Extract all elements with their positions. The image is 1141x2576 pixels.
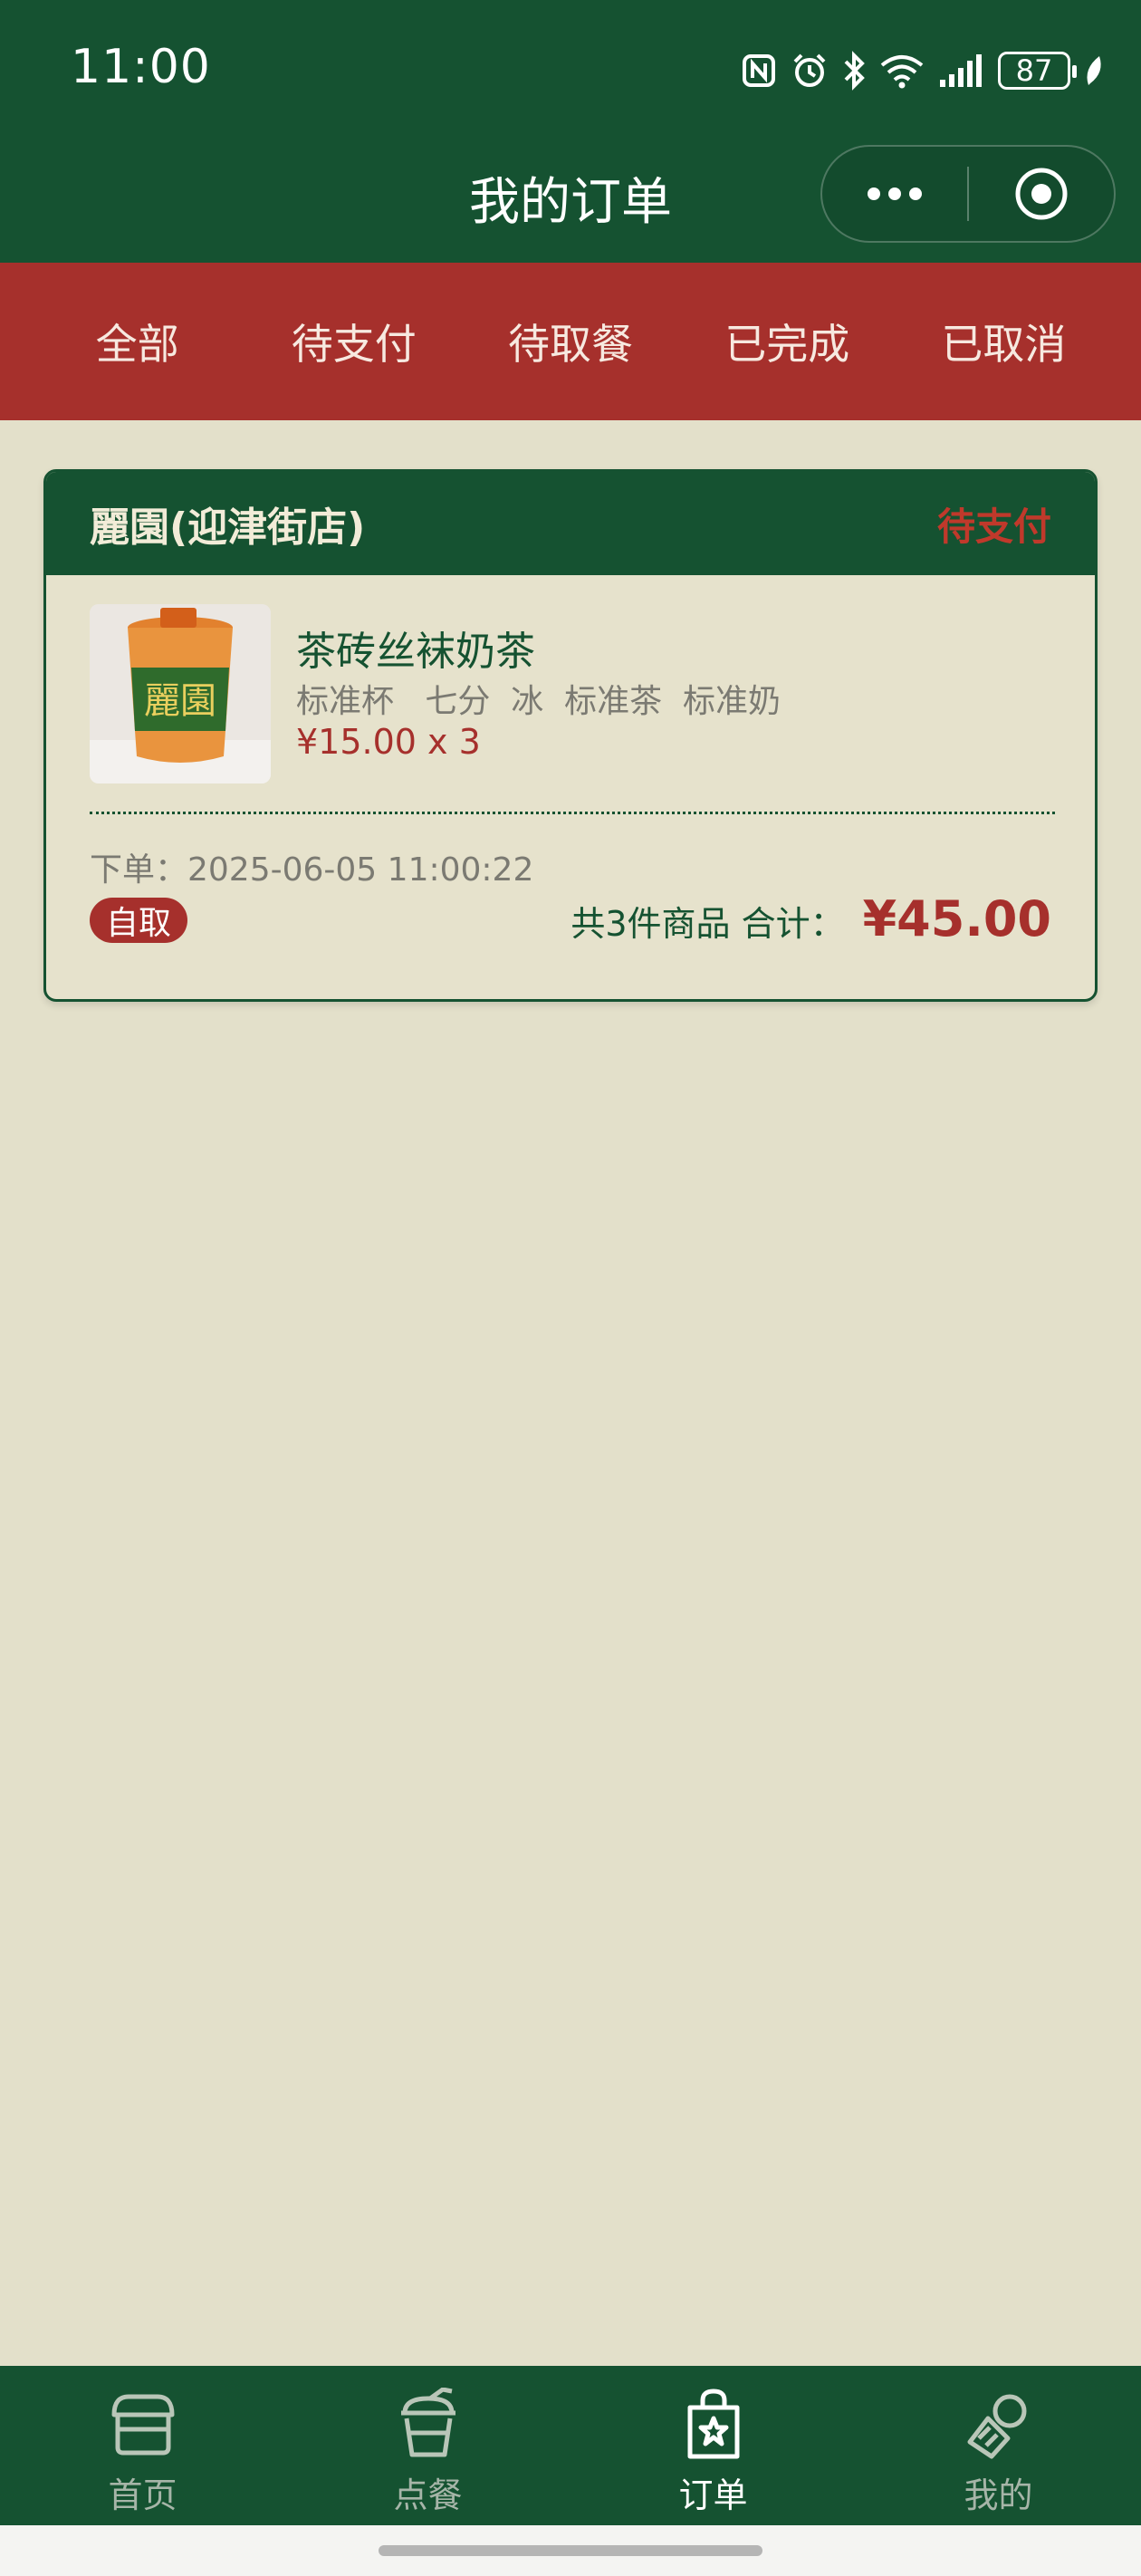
tab-pending-pickup[interactable]: 待取餐 xyxy=(462,312,678,371)
nav-home-label: 首页 xyxy=(108,2475,177,2515)
close-button[interactable] xyxy=(969,147,1114,241)
product-image: 麗園 xyxy=(90,604,271,783)
order-card[interactable]: 麗園(迎津街店) 待支付 麗園 茶砖丝袜奶茶 标准杯 七分 冰 标准茶 标准奶 … xyxy=(43,469,1098,1002)
tab-completed[interactable]: 已完成 xyxy=(679,312,896,371)
product-specs: 标准杯 七分 冰 标准茶 标准奶 xyxy=(296,683,781,720)
wifi-icon xyxy=(878,53,925,89)
bottom-nav: 首页 点餐 订单 我的 xyxy=(0,2366,1141,2525)
nfc-icon xyxy=(741,53,777,89)
leaf-icon xyxy=(1083,53,1105,89)
order-time: 下单：2025-06-05 11:00:22 xyxy=(90,851,534,889)
product-name: 茶砖丝袜奶茶 xyxy=(296,629,535,675)
dotted-divider xyxy=(90,812,1055,814)
target-close-icon xyxy=(1015,168,1068,220)
order-summary: 共3件商品 合计： ¥45.00 xyxy=(570,890,1051,947)
nav-home[interactable]: 首页 xyxy=(0,2366,285,2525)
more-button[interactable] xyxy=(822,147,967,241)
profile-icon xyxy=(961,2386,1037,2462)
home-indicator[interactable] xyxy=(379,2545,762,2556)
order-status: 待支付 xyxy=(936,504,1051,549)
nav-orders[interactable]: 订单 xyxy=(570,2366,856,2525)
cup-logo-text: 麗園 xyxy=(144,680,216,722)
nav-profile[interactable]: 我的 xyxy=(856,2366,1141,2525)
system-home-bar xyxy=(0,2525,1141,2576)
summary-label: 共3件商品 合计： xyxy=(570,904,845,944)
drink-cup-icon xyxy=(390,2386,466,2462)
tab-pending-payment[interactable]: 待支付 xyxy=(245,312,462,371)
store-icon xyxy=(105,2386,181,2462)
product-price: ¥15.00 x 3 xyxy=(296,722,481,762)
signal-icon xyxy=(938,53,985,89)
status-icons: 87 xyxy=(741,45,1105,96)
tab-all[interactable]: 全部 xyxy=(29,312,245,371)
shopping-bag-icon xyxy=(676,2386,752,2462)
order-item: 麗園 茶砖丝袜奶茶 标准杯 七分 冰 标准茶 标准奶 ¥15.00 x 3 xyxy=(90,604,1059,785)
nav-order-food[interactable]: 点餐 xyxy=(285,2366,570,2525)
pickup-badge: 自取 xyxy=(90,898,188,943)
nav-order-food-label: 点餐 xyxy=(393,2475,463,2515)
header: 11:00 87 我的订单 xyxy=(0,0,1141,263)
status-time: 11:00 xyxy=(71,40,211,94)
mini-program-capsule xyxy=(820,145,1116,243)
order-total: ¥45.00 xyxy=(862,890,1051,947)
order-card-header: 麗園(迎津街店) 待支付 xyxy=(46,472,1095,575)
store-name: 麗園(迎津街店) xyxy=(90,505,366,551)
bluetooth-icon xyxy=(842,51,866,91)
nav-orders-label: 订单 xyxy=(678,2475,748,2515)
nav-profile-label: 我的 xyxy=(964,2475,1033,2515)
more-icon xyxy=(868,187,922,200)
alarm-icon xyxy=(790,51,829,91)
order-tabs: 全部 待支付 待取餐 已完成 已取消 xyxy=(0,263,1141,420)
battery-icon: 87 xyxy=(998,52,1077,90)
tab-cancelled[interactable]: 已取消 xyxy=(896,312,1112,371)
